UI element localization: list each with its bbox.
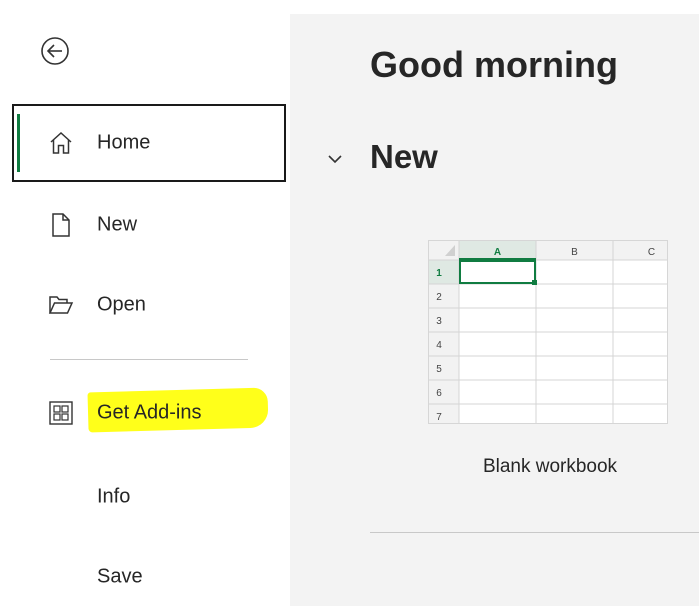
- active-row-header: [429, 260, 459, 284]
- new-document-icon: [52, 213, 70, 237]
- selection-indicator: [17, 114, 20, 172]
- fill-handle: [532, 280, 537, 285]
- sidebar-item-save[interactable]: Save: [12, 538, 286, 606]
- sidebar-item-open[interactable]: Open: [12, 266, 286, 344]
- column-header-label: B: [571, 247, 578, 258]
- sidebar-divider: [50, 359, 248, 360]
- row-header-label: 6: [436, 388, 442, 399]
- blank-workbook-template[interactable]: A B C 1 2 3 4 5 6 7 Blank workbook: [425, 236, 670, 486]
- add-ins-grid-icon: [49, 401, 73, 425]
- main-panel: Good morning New A B C 1 2 3 4 5 6 7 Blank workbo…: [290, 14, 699, 606]
- section-title-new: New: [370, 138, 438, 175]
- sidebar-item-new[interactable]: New: [12, 186, 286, 264]
- spreadsheet-grid: A B C 1 2 3 4 5 6 7: [429, 241, 667, 423]
- sidebar-item-info[interactable]: Info: [12, 458, 286, 536]
- row-header-label: 7: [436, 412, 442, 423]
- sidebar-item-label: Save: [97, 565, 143, 588]
- template-caption: Blank workbook: [482, 456, 618, 477]
- row-header-label: 1: [436, 268, 442, 279]
- row-header-label: 3: [436, 316, 442, 327]
- chevron-down-icon[interactable]: [326, 150, 344, 168]
- home-icon: [50, 131, 72, 154]
- row-header-label: 5: [436, 364, 442, 375]
- column-header-label: C: [648, 247, 655, 258]
- excel-backstage: Home New Open Get Add-ins Info Save Good…: [0, 0, 699, 606]
- sidebar: Home New Open Get Add-ins Info Save: [0, 0, 290, 606]
- sidebar-item-label: Home: [97, 131, 151, 154]
- sidebar-item-label: New: [97, 213, 138, 236]
- open-folder-icon: [48, 296, 74, 314]
- greeting-heading: Good morning: [370, 44, 618, 85]
- blank-workbook-thumbnail: A B C 1 2 3 4 5 6 7: [428, 240, 668, 424]
- sidebar-item-label: Get Add-ins: [97, 401, 202, 424]
- back-button[interactable]: [40, 36, 70, 66]
- row-header-label: 2: [436, 292, 442, 303]
- sidebar-item-get-add-ins[interactable]: Get Add-ins: [12, 374, 286, 452]
- main-divider: [370, 532, 699, 533]
- row-header-label: 4: [436, 340, 442, 351]
- sidebar-item-label: Open: [97, 293, 146, 316]
- active-cell: [459, 260, 536, 284]
- back-arrow-icon: [41, 37, 69, 65]
- sidebar-item-home[interactable]: Home: [12, 104, 286, 182]
- column-header-label: A: [494, 247, 501, 258]
- sidebar-item-label: Info: [97, 485, 131, 508]
